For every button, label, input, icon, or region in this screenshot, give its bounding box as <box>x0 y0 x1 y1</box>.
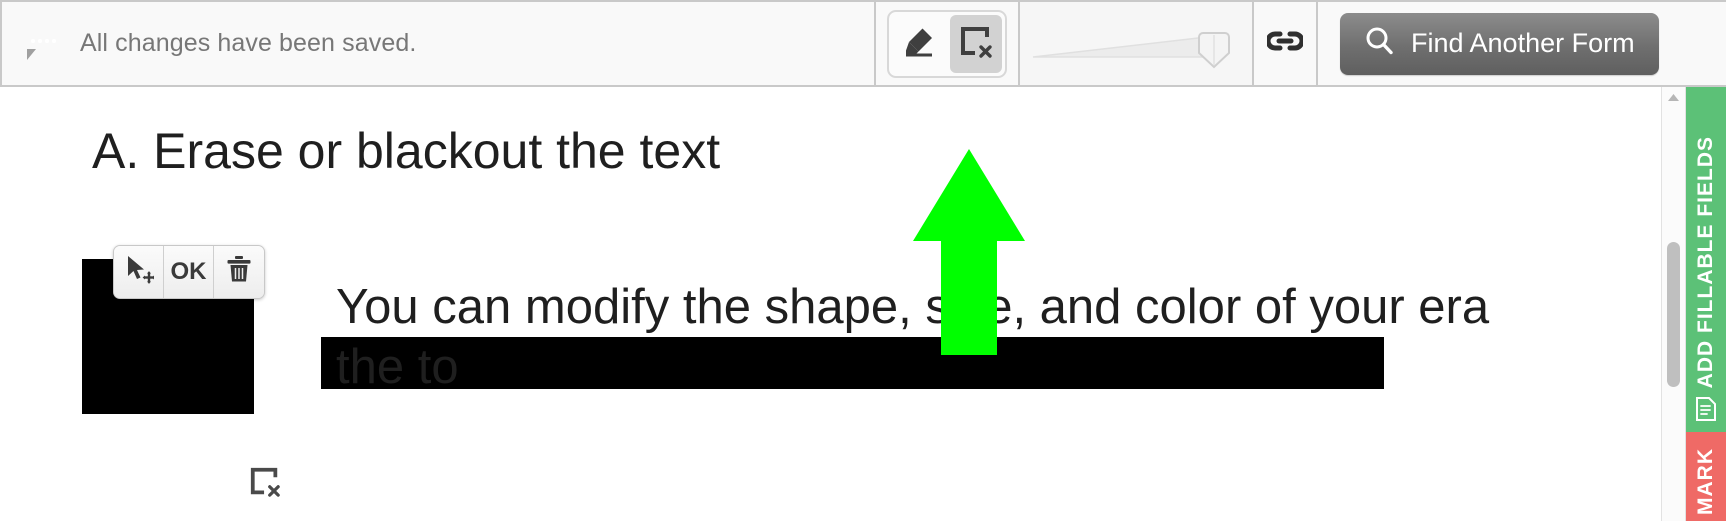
application-window: All changes have been saved. Find Anothe… <box>0 0 1726 521</box>
redaction-resize-handle[interactable] <box>249 466 281 498</box>
find-another-form-button[interactable]: Find Another Form <box>1340 12 1659 75</box>
form-fields-icon <box>1695 397 1717 426</box>
speech-bubble-icon <box>22 29 64 60</box>
rail-tab-add-fillable-fields-label: ADD FILLABLE FIELDS <box>1694 135 1717 388</box>
move-cursor-icon <box>124 254 155 291</box>
trash-icon <box>226 255 252 290</box>
eraser-tool-button[interactable] <box>889 12 947 76</box>
right-side-rail: ADD FILLABLE FIELDS MARK <box>1686 87 1726 521</box>
tool-group-cell <box>876 0 1018 85</box>
link-icon[interactable] <box>1265 30 1305 57</box>
top-toolbar: All changes have been saved. Find Anothe… <box>0 0 1726 87</box>
eraser-icon <box>898 22 938 65</box>
document-heading: A. Erase or blackout the text <box>92 123 721 179</box>
scroll-up-button[interactable] <box>1662 87 1685 109</box>
triangle-up-icon <box>1667 89 1680 107</box>
rail-tab-add-fillable-fields[interactable]: ADD FILLABLE FIELDS <box>1686 87 1726 432</box>
find-another-form-label: Find Another Form <box>1411 28 1635 58</box>
scrollbar-thumb[interactable] <box>1667 242 1680 387</box>
document-body-line-2: the to <box>336 340 459 394</box>
rail-tab-mark-up-label: MARK <box>1694 448 1717 515</box>
blackout-rectangle-icon <box>959 25 993 62</box>
rail-tab-mark-up[interactable]: MARK <box>1686 432 1726 521</box>
document-canvas[interactable]: A. Erase or blackout the text OK You can… <box>0 87 1726 521</box>
size-slider-cell[interactable] <box>1018 0 1254 85</box>
vertical-scrollbar[interactable] <box>1661 87 1686 521</box>
blackout-tool-button[interactable] <box>950 14 1002 73</box>
find-form-cell: Find Another Form <box>1318 0 1726 85</box>
redaction-bar[interactable] <box>321 337 1384 389</box>
document-body-line-1: You can modify the shape, size, and colo… <box>336 280 1490 334</box>
link-button-cell[interactable] <box>1254 0 1318 85</box>
move-button[interactable] <box>114 246 164 298</box>
search-icon <box>1364 25 1394 62</box>
delete-button[interactable] <box>214 246 264 298</box>
erase-tool-group <box>887 9 1007 78</box>
status-message-cell: All changes have been saved. <box>0 0 876 85</box>
size-slider[interactable] <box>1031 11 1241 77</box>
status-message-text: All changes have been saved. <box>80 29 417 57</box>
ok-button-label: OK <box>170 258 207 285</box>
selection-toolbar: OK <box>113 245 265 299</box>
ok-button[interactable]: OK <box>164 246 214 298</box>
